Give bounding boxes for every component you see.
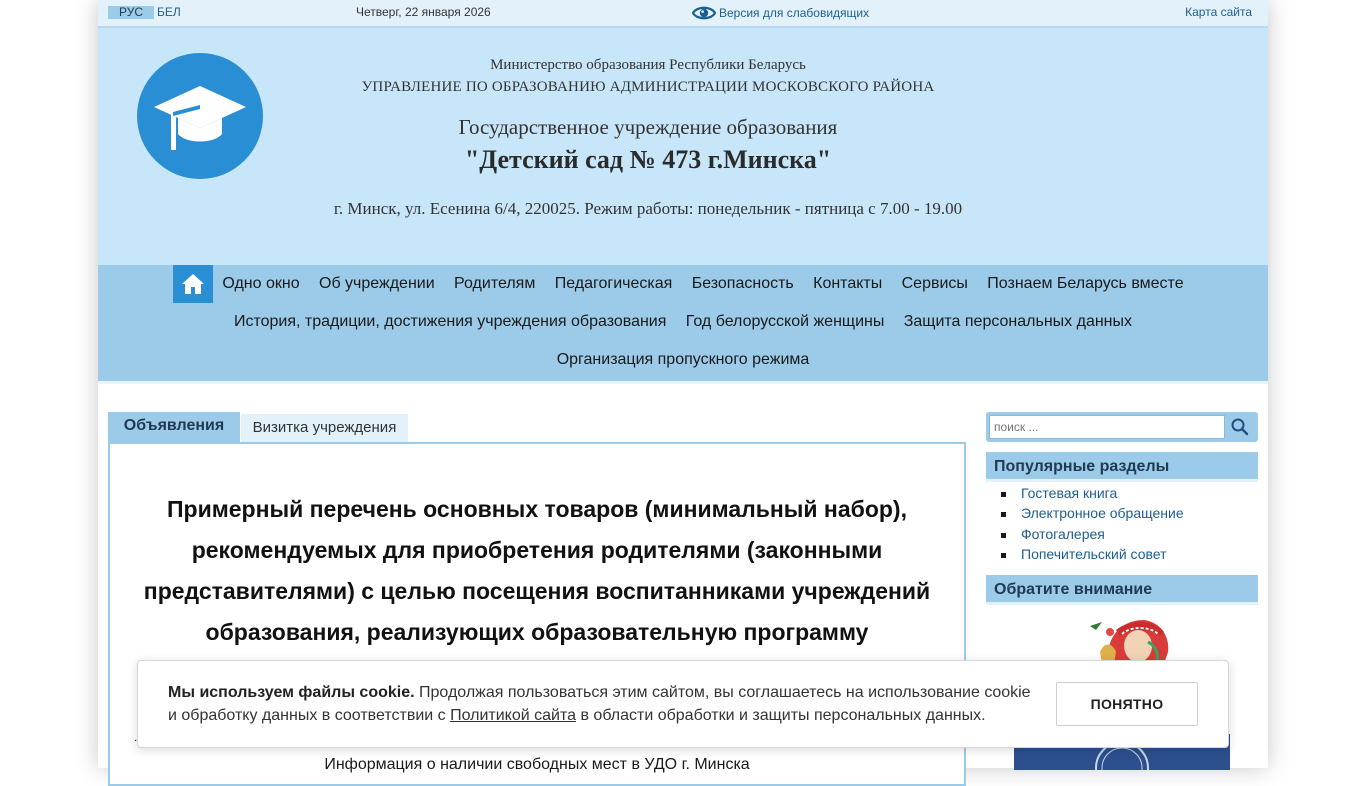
- top-bar: РУС БЕЛ Четверг, 22 января 2026 Версия д…: [98, 0, 1268, 28]
- nav-item-services[interactable]: Сервисы: [892, 275, 978, 293]
- nav-item-women-year[interactable]: Год белорусской женщины: [676, 313, 894, 331]
- site-header: Министерство образования Республики Бела…: [98, 28, 1268, 265]
- home-button[interactable]: [172, 265, 213, 303]
- nav-item-contacts[interactable]: Контакты: [803, 275, 891, 293]
- sidebar-item-guestbook[interactable]: Гостевая книга: [986, 483, 1258, 503]
- privacy-policy-link[interactable]: Политикой сайта: [450, 707, 576, 724]
- department-text: УПРАВЛЕНИЕ ПО ОБРАЗОВАНИЮ АДМИНИСТРАЦИИ …: [361, 79, 935, 95]
- graduation-cap-logo-icon[interactable]: [136, 52, 264, 180]
- main-nav: Одно окно Об учреждении Родителям Педаго…: [98, 265, 1268, 384]
- ministry-text: Министерство образования Республики Бела…: [490, 57, 806, 73]
- article-title[interactable]: Примерный перечень основных товаров (мин…: [134, 489, 940, 653]
- nav-item-belarus[interactable]: Познаем Беларусь вместе: [978, 275, 1194, 293]
- nav-item-safety[interactable]: Безопасность: [682, 275, 803, 293]
- search-box: [986, 412, 1258, 442]
- sitemap-link[interactable]: Карта сайта: [1185, 6, 1252, 19]
- eye-icon: [692, 6, 716, 20]
- women-year-banner[interactable]: [1060, 612, 1190, 664]
- sidebar-item-photo-gallery[interactable]: Фотогалерея: [986, 524, 1258, 544]
- lang-be-link[interactable]: БЕЛ: [157, 6, 181, 19]
- cookie-accept-button[interactable]: ПОНЯТНО: [1056, 682, 1198, 726]
- cookie-bold-text: Мы используем файлы cookie.: [168, 684, 415, 701]
- tab-announcements[interactable]: Объявления: [108, 412, 240, 442]
- nav-item-history[interactable]: История, традиции, достижения учреждения…: [224, 313, 676, 331]
- cookie-text: Мы используем файлы cookie. Продолжая по…: [168, 681, 1038, 727]
- nav-row-2: История, традиции, достижения учреждения…: [98, 303, 1268, 341]
- tab-institution-card[interactable]: Визитка учреждения: [241, 414, 408, 442]
- nav-row-1: Одно окно Об учреждении Родителям Педаго…: [98, 265, 1268, 303]
- page-container: РУС БЕЛ Четверг, 22 января 2026 Версия д…: [98, 0, 1268, 786]
- free-places-info[interactable]: Информация о наличии свободных мест в УД…: [110, 756, 964, 774]
- cookie-banner: Мы используем файлы cookie. Продолжая по…: [137, 660, 1229, 748]
- nav-item-one-window[interactable]: Одно окно: [213, 275, 310, 293]
- search-icon[interactable]: [1230, 417, 1250, 437]
- cookie-text-after: в области обработки и защиты персональны…: [576, 707, 986, 724]
- popular-sections-heading: Популярные разделы: [986, 452, 1258, 482]
- search-input[interactable]: [989, 415, 1225, 439]
- sidebar-item-trustee-board[interactable]: Попечительский совет: [986, 544, 1258, 564]
- attention-heading: Обратите внимание: [986, 575, 1258, 605]
- nav-item-about[interactable]: Об учреждении: [309, 275, 444, 293]
- address-text: г. Минск, ул. Есенина 6/4, 220025. Режим…: [333, 199, 963, 218]
- nav-item-parents[interactable]: Родителям: [444, 275, 545, 293]
- low-vision-label: Версия для слабовидящих: [719, 6, 870, 20]
- institution-name: "Детский сад № 473 г.Минска": [464, 145, 832, 174]
- sidebar-item-e-appeal[interactable]: Электронное обращение: [986, 503, 1258, 523]
- nav-item-data-protection[interactable]: Защита персональных данных: [894, 313, 1142, 331]
- home-icon: [181, 274, 204, 294]
- current-date: Четверг, 22 января 2026: [356, 5, 491, 19]
- lang-ru-button[interactable]: РУС: [108, 6, 154, 19]
- nav-item-access-control[interactable]: Организация пропускного режима: [547, 351, 819, 369]
- institution-type: Государственное учреждение образования: [458, 115, 838, 139]
- low-vision-link[interactable]: Версия для слабовидящих: [692, 3, 869, 23]
- popular-sections-list: Гостевая книга Электронное обращение Фот…: [986, 483, 1258, 565]
- nav-item-pedagogical[interactable]: Педагогическая: [545, 275, 682, 293]
- nav-row-3: Организация пропускного режима: [98, 341, 1268, 379]
